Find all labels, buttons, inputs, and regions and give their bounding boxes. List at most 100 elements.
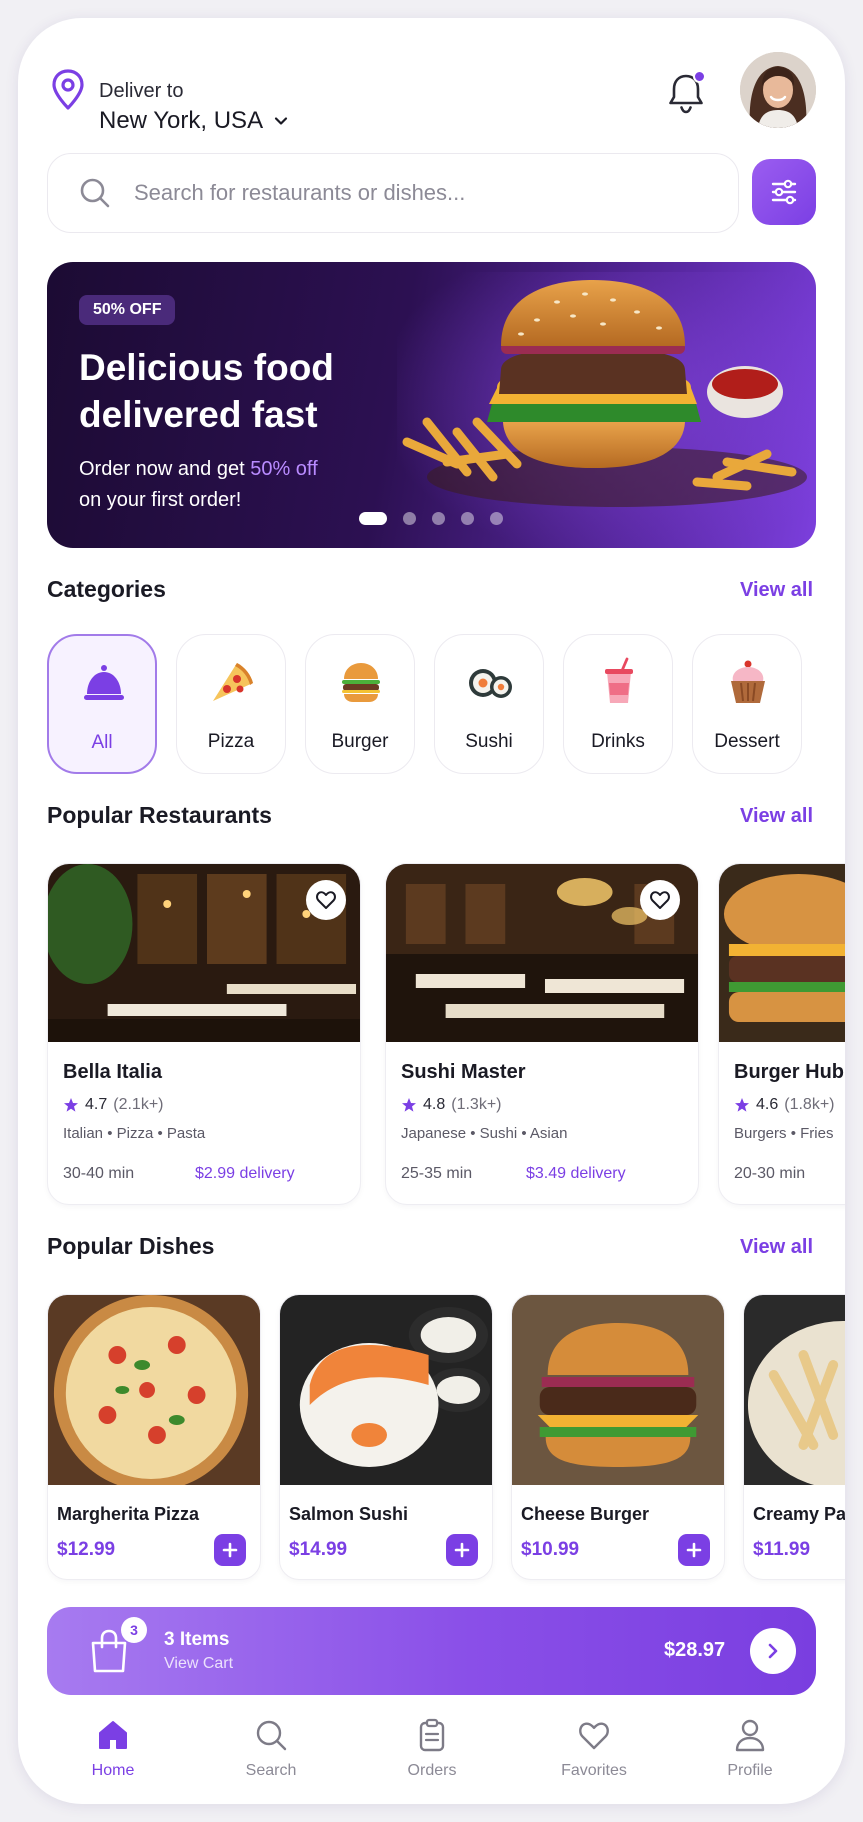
drink-icon	[605, 657, 633, 703]
dishes-view-all-link[interactable]: View all	[740, 1236, 813, 1259]
promo-subtitle-prefix: Order now and get	[79, 458, 251, 480]
category-label: Burger	[331, 731, 389, 752]
promo-title: Delicious food delivered fast	[79, 347, 334, 435]
nav-home[interactable]: Home	[53, 1718, 173, 1780]
burger-icon	[342, 663, 380, 702]
review-count: (1.8k+)	[784, 1096, 835, 1113]
checkout-arrow-button[interactable]	[750, 1628, 796, 1674]
add-to-cart-button[interactable]	[678, 1534, 710, 1566]
categories-view-all-link[interactable]: View all	[740, 579, 813, 602]
rating-value: 4.6	[756, 1096, 779, 1113]
category-label: Pizza	[207, 731, 255, 752]
promo-subtitle: Order now and get 50% off on your first …	[79, 454, 379, 516]
star-icon	[735, 1098, 749, 1112]
nav-label: Home	[91, 1762, 135, 1779]
nav-favorites[interactable]: Favorites	[534, 1718, 654, 1780]
promo-subtitle-highlight: 50% off	[250, 458, 318, 480]
add-to-cart-button[interactable]	[214, 1534, 246, 1566]
category-pizza[interactable]: Pizza	[176, 634, 286, 774]
delivery-fee: $3.49 delivery	[526, 1165, 626, 1182]
avatar[interactable]	[740, 52, 816, 128]
category-burger[interactable]: Burger	[305, 634, 415, 774]
dish-name: Salmon Sushi	[289, 1504, 409, 1524]
favorite-button[interactable]	[306, 880, 346, 920]
nav-label: Orders	[407, 1762, 457, 1779]
profile-icon	[735, 1719, 765, 1752]
location-selector[interactable]: New York, USA	[99, 107, 289, 135]
restaurant-rating: 4.8 (1.3k+)	[401, 1096, 502, 1114]
restaurants-title: Popular Restaurants	[47, 802, 272, 828]
filter-button[interactable]	[752, 159, 816, 225]
category-drinks[interactable]: Drinks	[563, 634, 673, 774]
dish-name: Margherita Pizza	[57, 1504, 200, 1524]
add-to-cart-button[interactable]	[446, 1534, 478, 1566]
nav-label: Search	[245, 1762, 297, 1779]
category-dessert[interactable]: Dessert	[692, 634, 802, 774]
carousel-dot[interactable]	[432, 512, 445, 525]
category-label: Sushi	[465, 731, 513, 752]
carousel-dot[interactable]	[461, 512, 474, 525]
sushi-icon	[469, 669, 512, 698]
dish-name: Creamy Pa	[753, 1504, 845, 1524]
nav-search[interactable]: Search	[211, 1718, 331, 1780]
burger-fries-image	[397, 272, 816, 548]
dish-price: $14.99	[289, 1539, 348, 1560]
chevron-right-icon	[768, 1643, 778, 1659]
nav-orders[interactable]: Orders	[372, 1718, 492, 1780]
dishes-title: Popular Dishes	[47, 1233, 215, 1259]
star-icon	[402, 1098, 416, 1112]
search-bar[interactable]	[47, 153, 739, 233]
carousel-indicators	[359, 512, 503, 525]
nav-profile[interactable]: Profile	[690, 1718, 810, 1780]
category-label: All	[91, 732, 113, 753]
dish-card[interactable]: Salmon Sushi $14.99	[279, 1294, 493, 1580]
rating-value: 4.8	[423, 1096, 446, 1113]
plus-icon	[222, 1542, 238, 1558]
dish-card[interactable]: Margherita Pizza $12.99	[47, 1294, 261, 1580]
categories-title: Categories	[47, 576, 166, 602]
category-sushi[interactable]: Sushi	[434, 634, 544, 774]
app-screen: Deliver to New York, USA Search for rest…	[18, 18, 845, 1804]
cart-total: $28.97	[664, 1639, 726, 1661]
cheese-burger-photo	[512, 1295, 724, 1485]
dish-name: Cheese Burger	[521, 1504, 650, 1524]
promo-subtitle-suffix: on your first order!	[79, 489, 242, 511]
nav-label: Favorites	[561, 1762, 627, 1779]
search-icon	[80, 178, 110, 208]
carousel-dot-active[interactable]	[359, 512, 387, 525]
pizza-icon	[213, 663, 253, 701]
notification-dot	[693, 70, 706, 83]
promo-banner[interactable]: 50% OFF Delicious food delivered fast Or…	[47, 262, 816, 548]
dish-card[interactable]: Cheese Burger $10.99	[511, 1294, 725, 1580]
rating-value: 4.7	[85, 1096, 108, 1113]
pizza-photo	[48, 1295, 260, 1485]
carousel-dot[interactable]	[490, 512, 503, 525]
cuisine-tags: Italian • Pizza • Pasta	[63, 1125, 206, 1142]
category-label: Drinks	[591, 731, 645, 752]
dish-price: $11.99	[753, 1539, 811, 1560]
heart-icon	[316, 891, 336, 909]
cart-items-label: 3 Items	[164, 1629, 230, 1650]
category-label: Dessert	[714, 731, 780, 752]
category-all[interactable]: All	[47, 634, 157, 774]
restaurant-name: Bella Italia	[63, 1061, 162, 1083]
review-count: (2.1k+)	[113, 1096, 164, 1113]
dish-card[interactable]: Creamy Pa $11.99	[743, 1294, 845, 1580]
restaurant-card[interactable]: Bella Italia 4.7 (2.1k+) Italian • Pizza…	[47, 863, 361, 1205]
plus-icon	[686, 1542, 702, 1558]
view-cart-label: View Cart	[164, 1655, 234, 1672]
restaurant-rating: 4.7 (2.1k+)	[63, 1096, 164, 1114]
location-pin-icon	[52, 69, 84, 110]
view-cart-bar[interactable]: 3 3 Items View Cart $28.97	[47, 1607, 816, 1695]
search-input[interactable]	[134, 174, 714, 212]
carousel-dot[interactable]	[403, 512, 416, 525]
favorite-button[interactable]	[640, 880, 680, 920]
restaurant-card[interactable]: Burger Hub 4.6 (1.8k+) Burgers • Fries 2…	[718, 863, 845, 1205]
cupcake-icon	[731, 660, 765, 703]
review-count: (1.3k+)	[451, 1096, 502, 1113]
restaurants-view-all-link[interactable]: View all	[740, 805, 813, 828]
delivery-time: 30-40 min	[63, 1165, 135, 1182]
restaurant-card[interactable]: Sushi Master 4.8 (1.3k+) Japanese • Sush…	[385, 863, 699, 1205]
star-icon	[64, 1098, 78, 1112]
delivery-time: 20-30 min	[734, 1165, 806, 1182]
